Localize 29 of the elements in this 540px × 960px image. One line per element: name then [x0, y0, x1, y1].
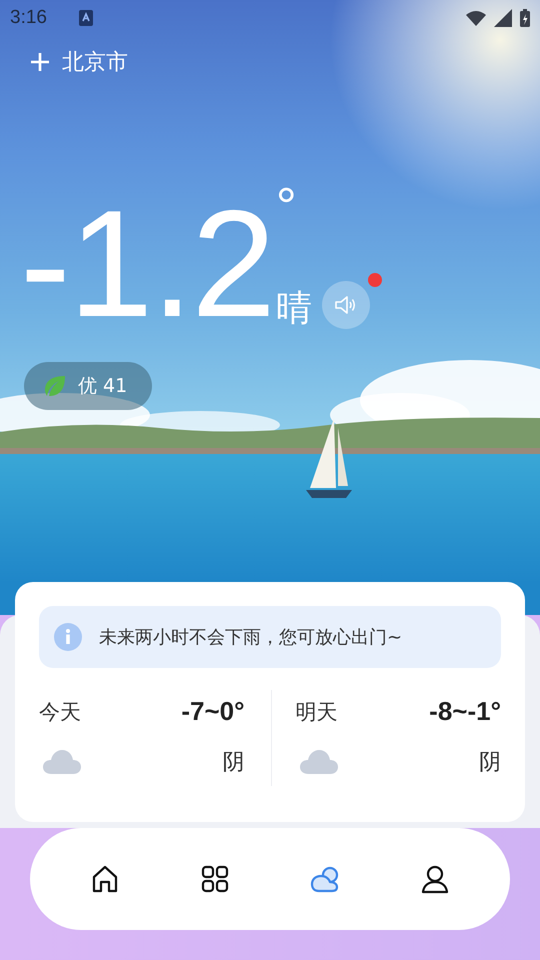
city-name[interactable]: 北京市 [62, 47, 128, 77]
signal-icon [494, 9, 512, 27]
speaker-icon [334, 294, 358, 316]
day-label: 今天 [39, 698, 82, 726]
rain-notice-text: 未来两小时不会下雨，您可放心出门~ [99, 626, 402, 649]
person-icon [420, 864, 450, 894]
info-icon [53, 622, 83, 652]
cloud-icon [300, 750, 338, 774]
air-quality-pill[interactable]: 优 41 [24, 362, 152, 410]
day-condition: 阴 [479, 749, 501, 777]
status-time: 3:16 [10, 7, 47, 29]
air-quality-text: 优 41 [78, 374, 128, 399]
wifi-icon [466, 10, 486, 26]
temperature-range: -8~-1° [429, 696, 501, 727]
weather-condition: 晴 [276, 289, 312, 329]
plus-icon [30, 52, 50, 72]
temperature-range: -7~0° [181, 696, 244, 727]
home-icon [90, 864, 120, 894]
leaf-icon [44, 375, 66, 397]
cloud-icon [310, 864, 340, 894]
cloud-icon [43, 750, 81, 774]
day-condition: 阴 [222, 749, 244, 777]
grid-icon [200, 864, 230, 894]
add-city-button[interactable] [30, 52, 50, 72]
battery-icon [520, 9, 530, 27]
keyboard-icon [78, 10, 93, 26]
temperature-value: -1.2 [20, 199, 274, 329]
degree-sign: ° [276, 187, 298, 227]
day-label: 明天 [296, 698, 338, 726]
